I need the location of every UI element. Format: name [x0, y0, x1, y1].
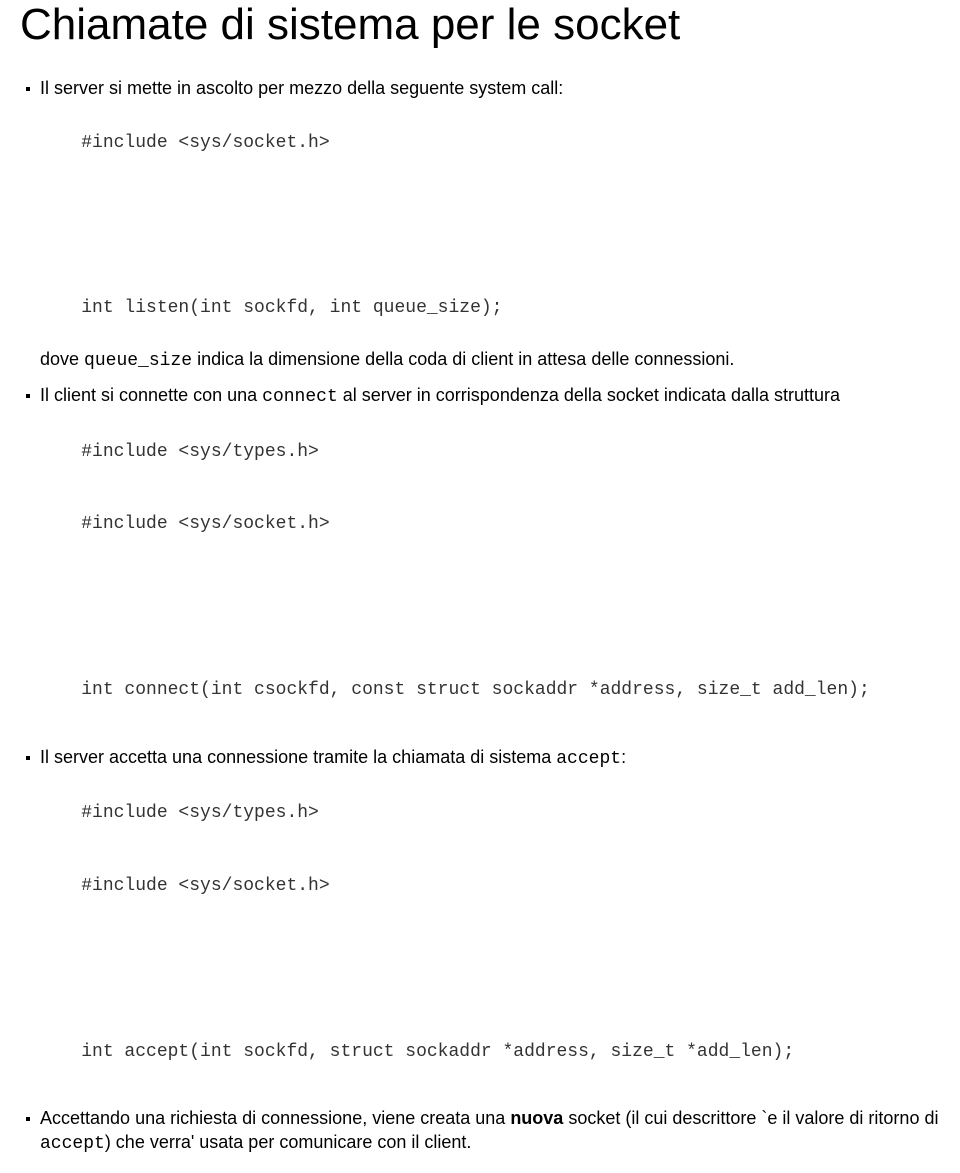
- page-title: Chiamate di sistema per le socket: [20, 0, 940, 50]
- bullet-icon: [26, 394, 30, 398]
- code-line: int accept(int sockfd, struct sockaddr *…: [81, 1042, 794, 1062]
- bullet-icon: [26, 1117, 30, 1121]
- code-line: #include <sys/types.h>: [81, 442, 319, 462]
- document-page: Chiamate di sistema per le socket Il ser…: [0, 0, 960, 1173]
- bullet-connect: Il client si connette con una connect al…: [26, 383, 940, 409]
- bullet-text: dove queue_size indica la dimensione del…: [40, 347, 734, 373]
- bullet-listen-cont: dove queue_size indica la dimensione del…: [26, 347, 940, 373]
- bullet-listen: Il server si mette in ascolto per mezzo …: [26, 76, 940, 100]
- code-line: #include <sys/socket.h>: [81, 876, 329, 896]
- bullet-text: Il client si connette con una connect al…: [40, 383, 840, 409]
- code-line: #include <sys/types.h>: [81, 803, 319, 823]
- bullet-text: Accettando una richiesta di connessione,…: [40, 1106, 940, 1157]
- bullet-icon: [26, 756, 30, 760]
- bullet-icon: [26, 87, 30, 91]
- code-block-accept: #include <sys/types.h> #include <sys/soc…: [38, 777, 940, 1088]
- code-line: #include <sys/socket.h>: [81, 514, 329, 534]
- code-block-connect: #include <sys/types.h> #include <sys/soc…: [38, 415, 940, 726]
- bullet-text: Il server accetta una connessione tramit…: [40, 745, 626, 771]
- bullet-accept-note: Accettando una richiesta di connessione,…: [26, 1106, 940, 1157]
- code-block-listen: #include <sys/socket.h> int listen(int s…: [38, 106, 940, 344]
- code-line: int listen(int sockfd, int queue_size);: [81, 298, 502, 318]
- code-line: #include <sys/socket.h>: [81, 133, 329, 153]
- code-line: int connect(int csockfd, const struct so…: [81, 680, 870, 700]
- bullet-text: Il server si mette in ascolto per mezzo …: [40, 76, 563, 100]
- bullet-accept: Il server accetta una connessione tramit…: [26, 745, 940, 771]
